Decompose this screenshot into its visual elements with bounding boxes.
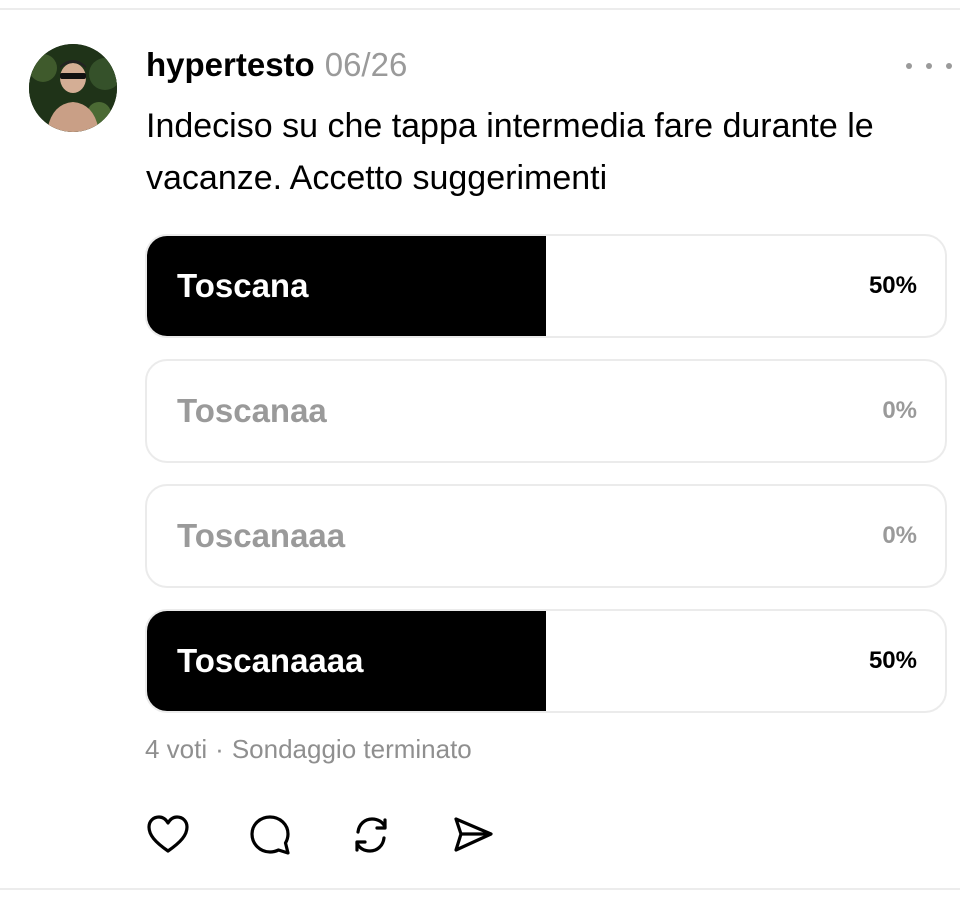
poll-option-percent: 0% bbox=[882, 397, 917, 424]
post-header: hypertesto 06/26 bbox=[146, 46, 407, 86]
more-dot bbox=[946, 63, 952, 69]
heart-icon[interactable] bbox=[145, 812, 191, 858]
poll-option-percent: 50% bbox=[868, 647, 917, 674]
avatar[interactable] bbox=[29, 44, 117, 132]
post-timestamp: 06/26 bbox=[324, 46, 408, 83]
username[interactable]: hypertesto bbox=[146, 46, 315, 84]
poll-option-percent: 50% bbox=[868, 272, 917, 299]
top-divider bbox=[0, 8, 960, 10]
more-options-icon[interactable] bbox=[906, 54, 952, 78]
poll-status: Sondaggio terminato bbox=[231, 734, 472, 764]
repost-icon[interactable] bbox=[348, 812, 394, 858]
share-icon[interactable] bbox=[450, 812, 496, 858]
more-dot bbox=[906, 63, 912, 69]
bottom-divider bbox=[0, 888, 960, 890]
poll-option[interactable]: Toscana 50% bbox=[145, 234, 947, 338]
comment-icon[interactable] bbox=[247, 812, 293, 858]
poll-option[interactable]: Toscanaaaa 50% bbox=[145, 609, 947, 713]
poll-meta: 4 voti · Sondaggio terminato bbox=[145, 734, 472, 765]
post-text: Indeciso su che tappa intermedia fare du… bbox=[146, 107, 874, 197]
poll-option[interactable]: Toscanaa 0% bbox=[145, 359, 947, 463]
more-dot bbox=[926, 63, 932, 69]
poll-vote-count[interactable]: 4 voti bbox=[145, 734, 207, 765]
poll-option-label: Toscana bbox=[177, 267, 309, 304]
poll-option-label: Toscanaaaa bbox=[177, 642, 364, 679]
poll-option-percent: 0% bbox=[882, 522, 917, 549]
poll-option-label: Toscanaaa bbox=[177, 517, 346, 554]
poll-option-label: Toscanaa bbox=[177, 392, 327, 429]
poll-meta-separator: · bbox=[215, 734, 224, 764]
poll-option[interactable]: Toscanaaa 0% bbox=[145, 484, 947, 588]
